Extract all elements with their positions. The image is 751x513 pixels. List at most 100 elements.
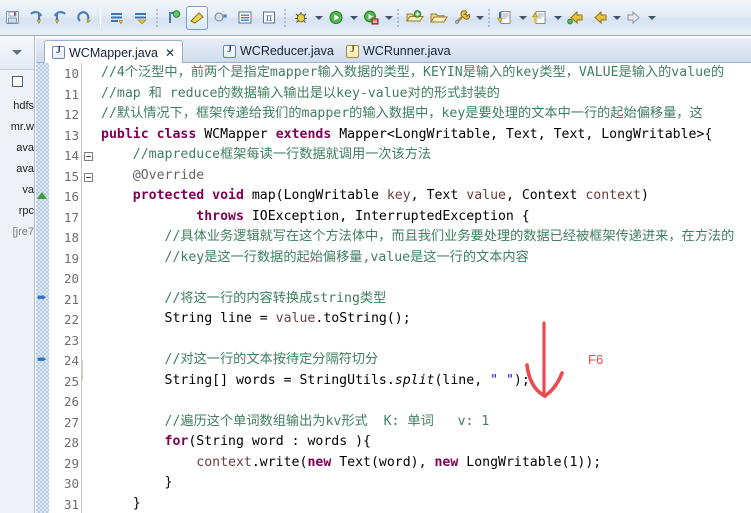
editor-tab-bar: WCMapper.java ✕ WCReducer.java WCRunner.… [36,38,751,65]
f6-annotation-label: F6 [588,352,604,367]
tab-label: WCRunner.java [363,44,451,58]
prev-annotation-caret-icon[interactable] [552,6,563,30]
line-number: 22 [63,312,79,327]
left-view-stack: hdfs mr.w ava ava va rpc jre7] [0,36,35,513]
line-number: 14 [63,148,79,163]
code-line-24[interactable]: //对这一行的文本按待定分隔符切分 [101,350,379,371]
tab-wcmapper[interactable]: WCMapper.java ✕ [44,40,183,65]
override-marker-icon[interactable] [37,192,47,199]
java-file-warning-icon [346,44,359,58]
line-number: 19 [63,250,79,266]
code-line-16[interactable]: protected void map(LongWritable key, Tex… [101,186,649,207]
redo-icon[interactable] [49,6,71,30]
close-icon[interactable]: ✕ [165,47,175,59]
line-number: 31 [63,496,79,512]
code-line-13[interactable]: public class WCMapper extends Mapper<Lon… [101,125,712,146]
pi-icon[interactable]: π [258,6,280,30]
code-line-29[interactable]: context.write(new Text(word), new LongWr… [101,453,601,474]
external-tools-dropdown-caret-icon[interactable] [474,6,485,30]
code-line-30[interactable]: } [101,473,173,494]
view-minimize-area[interactable] [0,36,34,70]
code-line-25[interactable]: String[] words = StringUtils.split(line,… [101,371,530,392]
tree-item-3[interactable]: ava [0,159,35,180]
line-number: 23 [63,332,79,348]
fold-collapse-icon[interactable] [84,173,93,182]
line-number: 17 [63,209,79,225]
coverage-icon[interactable] [360,6,382,30]
line-number: 12 [63,107,79,122]
java-file-icon [52,45,65,59]
open-folder-icon[interactable] [427,6,449,30]
back-icon[interactable] [564,6,586,30]
line-number: 11 [63,86,79,102]
tab-wcreducer[interactable]: WCReducer.java [216,39,341,63]
line-number: 25 [63,373,79,389]
run-dropdown-caret-icon[interactable] [348,6,359,30]
code-line-10[interactable]: //4个泛型中，前两个是指定mapper输入数据的类型，KEYIN是输入的key… [101,63,724,84]
open-declaration-icon[interactable] [106,6,128,30]
code-line-19[interactable]: //key是这一行数据的起始偏移量,value是这一行的文本内容 [101,248,529,269]
code-line-18[interactable]: //具体业务逻辑就写在这个方法体中，而且我们业务要处理的数据已经被框架传递进来，… [101,227,735,248]
tree-item-6[interactable]: jre7] [0,222,35,243]
toggle-icon[interactable] [210,6,232,30]
tree-item-2[interactable]: ava [0,138,35,159]
code-line-31[interactable]: } [101,494,141,513]
code-line-11[interactable]: //map 和 reduce的数据输入输出是以key-value对的形式封装的 [101,84,500,105]
new-wizard-icon[interactable] [403,6,425,30]
skip-breakpoints-icon[interactable] [186,5,208,30]
toolbar-separator-5 [488,8,490,27]
code-line-28[interactable]: for(String word : words ){ [101,432,371,453]
toolbar-separator-3 [284,8,286,27]
folding-markers[interactable] [83,63,95,513]
package-explorer-icon[interactable] [0,70,34,92]
line-number: 26 [63,394,79,409]
tree-item-4[interactable]: va [0,180,35,201]
marker-icon[interactable] [162,6,184,30]
breakpoint-arrow-icon[interactable]: ➨ [37,291,47,303]
save-icon[interactable] [1,6,23,30]
tree-item-0[interactable]: hdfs [0,96,35,117]
code-line-17[interactable]: throws IOException, InterruptedException… [101,207,529,228]
coverage-dropdown-caret-icon[interactable] [383,6,394,30]
package-explorer-tree[interactable]: hdfs mr.w ava ava va rpc jre7] [0,96,35,243]
line-number: 24 [63,353,79,368]
line-number: 29 [63,455,79,471]
code-line-15[interactable]: @Override [101,166,204,187]
toolbar-separator-4 [397,8,399,27]
code-line-12[interactable]: //默认情况下，框架传递给我们的mapper的输入数据中，key是要处理的文本中… [101,104,703,125]
current-instruction-arrow-icon[interactable]: ➨ [37,353,47,365]
tree-item-1[interactable]: mr.w [0,117,35,138]
code-line-21[interactable]: //将这一行的内容转换成string类型 [101,289,387,310]
backward-caret-icon[interactable] [611,6,622,30]
prev-annotation-icon[interactable] [529,6,551,30]
line-number: 13 [63,127,79,143]
external-tools-icon[interactable] [451,6,473,30]
code-line-27[interactable]: //遍历这个单词数组输出为kv形式 K: 单词 v: 1 [101,412,490,433]
forward-icon[interactable] [623,6,645,30]
code-editor[interactable]: 10 11 12 13 14 15 16 17 18 19 20 21 22 2… [36,63,751,513]
forward-caret-icon[interactable] [646,6,657,30]
marker-glyphs[interactable]: ➨ ➨ [36,63,49,513]
table-icon[interactable] [234,6,256,30]
line-number: 27 [63,414,79,430]
debug-dropdown-caret-icon[interactable] [313,6,324,30]
tab-wcrunner[interactable]: WCRunner.java [339,39,458,63]
fold-collapse-icon[interactable] [84,152,93,161]
refresh-icon[interactable] [73,6,95,30]
undo-icon[interactable] [25,6,47,30]
line-number: 15 [63,168,79,184]
code-line-14[interactable]: //mapreduce框架每读一行数据就调用一次该方法 [101,145,431,166]
svg-text:π: π [266,13,273,24]
line-number: 20 [63,271,79,286]
code-line-22[interactable]: String line = value.toString(); [101,309,411,330]
toolbar-separator-1 [100,7,101,28]
java-file-icon [223,44,236,58]
debug-icon[interactable] [290,6,312,30]
run-icon[interactable] [325,6,347,30]
backward-icon[interactable] [588,6,610,30]
search-type-icon[interactable] [130,6,152,30]
tree-item-5[interactable]: rpc [0,201,35,222]
next-annotation-icon[interactable] [494,6,516,30]
chevron-down-icon[interactable] [12,50,22,55]
next-annotation-caret-icon[interactable] [517,6,528,30]
